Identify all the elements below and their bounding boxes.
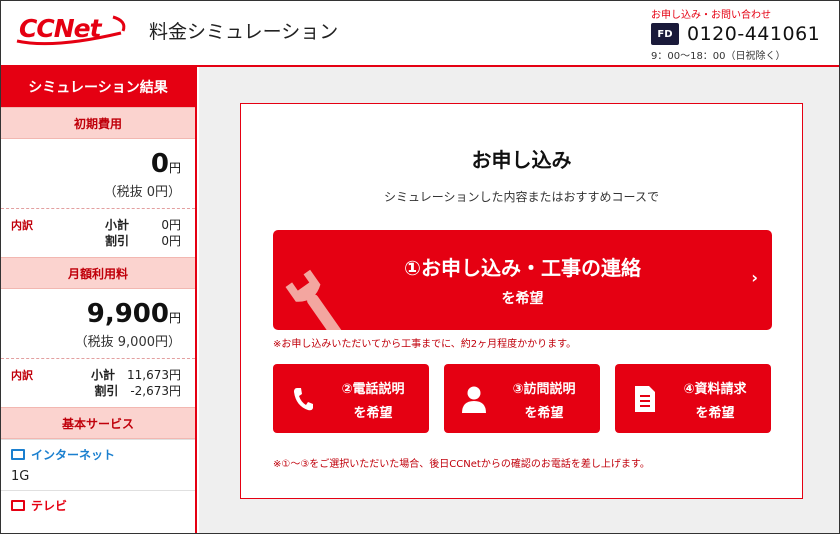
- discount-value: 0円: [161, 234, 181, 248]
- initial-cost-unit: 円: [168, 161, 181, 175]
- phone-number[interactable]: 0120-441061: [687, 23, 820, 45]
- initial-cost-tax-note: （税抜 0円）: [103, 185, 181, 200]
- chevron-right-icon: ›: [751, 268, 758, 287]
- monthly-fee-breakdown: 内訳 小計 11,673円 割引 -2,673円: [1, 358, 195, 407]
- monthly-fee-value: 9,900: [86, 299, 169, 329]
- service-internet[interactable]: インターネット 1G: [1, 439, 195, 490]
- initial-cost-value: 0: [150, 149, 169, 179]
- apply-construction-button[interactable]: ①お申し込み・工事の連絡 を希望 ›: [273, 230, 772, 330]
- internet-value: 1G: [11, 469, 30, 484]
- visit-explanation-button[interactable]: ③訪問説明 を希望: [444, 364, 600, 433]
- contact-block: お申し込み・お問い合わせ FD 0120-441061 9：00〜18：00（日…: [651, 6, 836, 62]
- subtotal-value: 11,673円: [127, 368, 181, 382]
- person-icon: [460, 384, 488, 414]
- confirmation-call-note: ※①〜③をご選択いただいた場合、後日CCNetからの確認のお電話を差し上げます。: [273, 459, 650, 470]
- visit-button-line2: を希望: [524, 406, 564, 421]
- service-tv[interactable]: テレビ: [1, 490, 195, 520]
- phone-explanation-button[interactable]: ②電話説明 を希望: [273, 364, 429, 433]
- page-title: 料金シミュレーション: [149, 21, 339, 43]
- monthly-fee-unit: 円: [168, 311, 181, 325]
- apply-button-line2: を希望: [501, 291, 544, 307]
- subtotal-label: 小計: [91, 368, 116, 382]
- monthly-fee-amount: 9,900円: [1, 289, 195, 329]
- visit-button-line1: ③訪問説明: [512, 382, 576, 397]
- business-hours: 9：00〜18：00（日祝除く）: [651, 51, 786, 62]
- phone-icon: [289, 384, 317, 414]
- monthly-fee-label: 月額利用料: [1, 257, 195, 289]
- breakdown-label: 内訳: [11, 219, 33, 232]
- header: CCNet 料金シミュレーション お申し込み・お問い合わせ FD 0120-44…: [1, 1, 839, 67]
- initial-cost-breakdown: 内訳 小計 0円 割引 0円: [1, 208, 195, 257]
- initial-cost-amount: 0円: [1, 139, 195, 179]
- construction-note: ※お申し込みいただいてから工事までに、約2ヶ月程度かかります。: [273, 339, 577, 350]
- basic-services-label: 基本サービス: [1, 407, 195, 439]
- ccnet-logo[interactable]: CCNet: [13, 11, 129, 51]
- freedial-icon: FD: [651, 23, 679, 45]
- main-area: お申し込み シミュレーションした内容またはおすすめコースで ①お申し込み・工事の…: [199, 67, 839, 533]
- contact-label: お申し込み・お問い合わせ: [651, 10, 771, 21]
- application-card: お申し込み シミュレーションした内容またはおすすめコースで ①お申し込み・工事の…: [240, 103, 803, 499]
- document-icon: [631, 384, 659, 414]
- card-subtitle: シミュレーションした内容またはおすすめコースで: [384, 190, 659, 204]
- tv-label: テレビ: [31, 499, 68, 513]
- document-request-button[interactable]: ④資料請求 を希望: [615, 364, 771, 433]
- document-button-line2: を希望: [695, 406, 735, 421]
- monthly-fee-tax-note: （税抜 9,000円）: [74, 335, 181, 350]
- logo-text: CCNet: [19, 14, 102, 43]
- tv-icon: [11, 500, 25, 511]
- card-title: お申し込み: [471, 148, 572, 172]
- app-frame: CCNet 料金シミュレーション お申し込み・お問い合わせ FD 0120-44…: [0, 0, 840, 534]
- phone-button-line2: を希望: [353, 406, 393, 421]
- discount-value: -2,673円: [130, 384, 181, 398]
- breakdown-label: 内訳: [11, 369, 33, 382]
- simulation-result-sidebar: シミュレーション結果 初期費用 0円 （税抜 0円） 内訳 小計 0円 割引 0円 …: [1, 67, 197, 533]
- internet-label: インターネット: [31, 448, 116, 462]
- apply-button-line1: ①お申し込み・工事の連絡: [404, 256, 641, 280]
- discount-label: 割引: [94, 384, 119, 398]
- subtotal-value: 0円: [161, 218, 181, 232]
- document-button-line1: ④資料請求: [683, 382, 747, 397]
- monitor-icon: [11, 449, 25, 460]
- discount-label: 割引: [105, 234, 130, 248]
- initial-cost-label: 初期費用: [1, 107, 195, 139]
- subtotal-label: 小計: [105, 218, 130, 232]
- phone-button-line1: ②電話説明: [341, 382, 405, 397]
- sidebar-heading: シミュレーション結果: [1, 67, 195, 107]
